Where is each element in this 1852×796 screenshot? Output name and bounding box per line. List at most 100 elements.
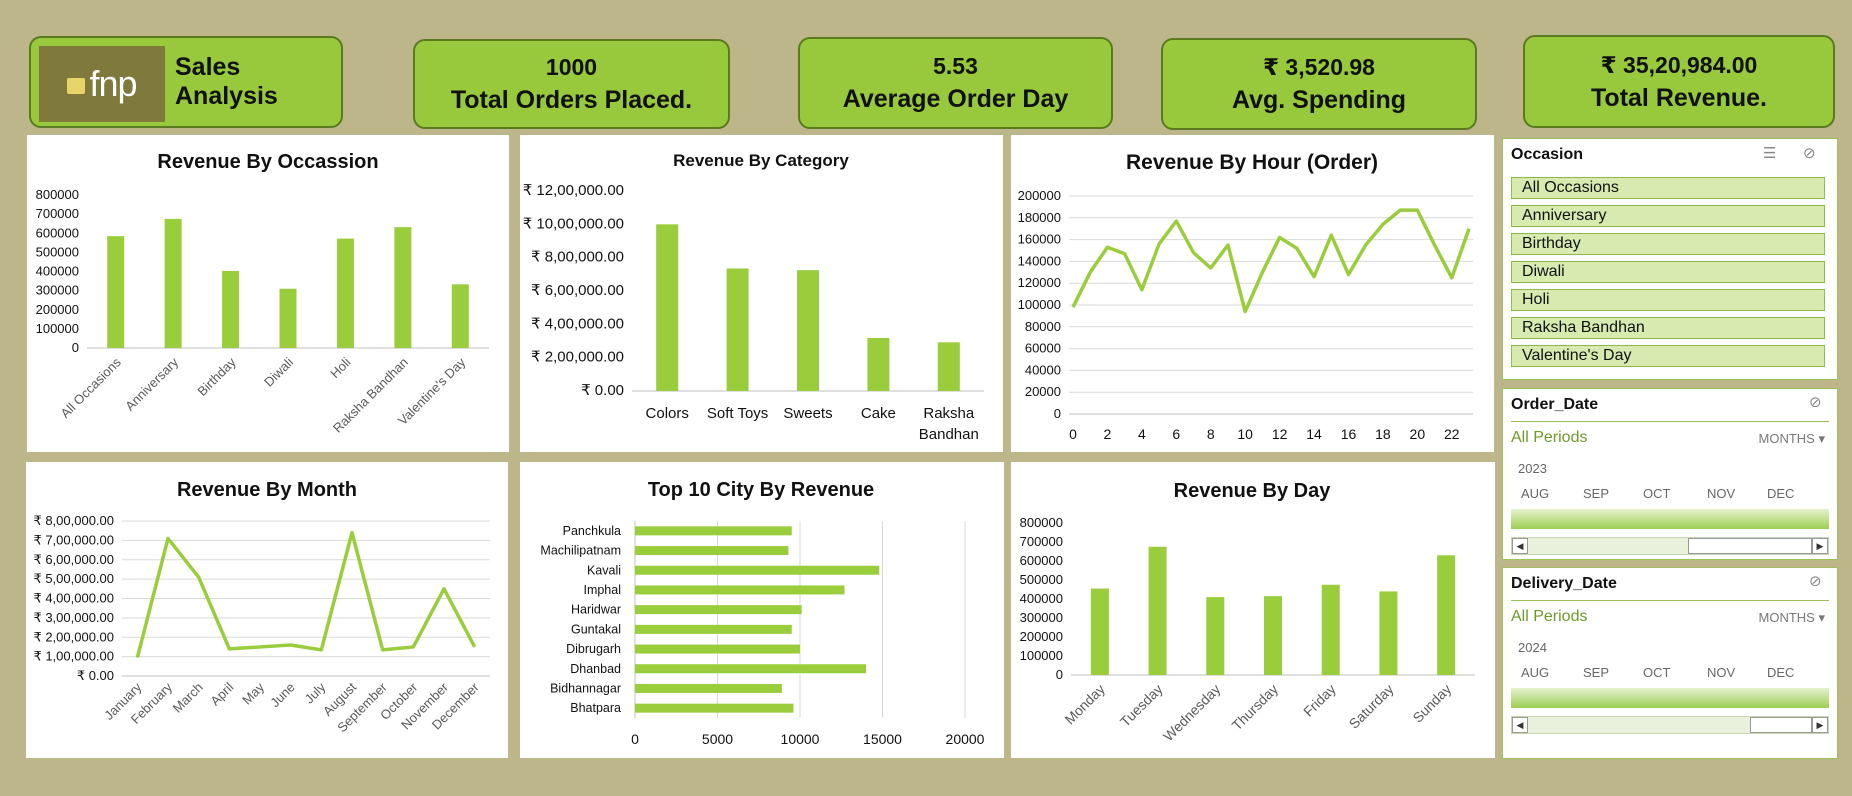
clear-filter-icon[interactable]: ⊘ (1803, 144, 1816, 162)
y-tick-label: Guntakal (571, 622, 621, 636)
x-tick-label: Bandhan (919, 426, 979, 443)
scroll-left-icon[interactable]: ◀ (1512, 538, 1528, 554)
timeline-month[interactable]: NOV (1707, 665, 1735, 680)
x-tick-label: May (239, 679, 267, 707)
y-tick-label: ₹ 1,00,000.00 (33, 649, 114, 664)
y-tick-label: ₹ 5,00,000.00 (33, 571, 114, 586)
y-tick-label: 200000 (1018, 188, 1061, 203)
x-tick-label: 22 (1444, 426, 1460, 442)
bar (164, 218, 182, 348)
y-tick-label: 120000 (1018, 275, 1061, 290)
chart-svg: Revenue By Occassion 0 100000 200000 300000 4… (36, 151, 489, 436)
gift-icon (67, 78, 86, 94)
y-tick-label: 700000 (36, 206, 79, 221)
y-tick-label: ₹ 8,00,000.00 (531, 249, 624, 266)
y-tick-label: ₹ 4,00,000.00 (531, 315, 624, 332)
bar (1206, 597, 1225, 675)
timeline-selection-bar[interactable] (1511, 509, 1829, 529)
y-tick-label: Bhatpara (570, 701, 621, 715)
slicer-item[interactable]: Anniversary (1511, 205, 1825, 227)
x-tick-label: Holi (327, 354, 354, 381)
clear-filter-icon[interactable]: ⊘ (1809, 393, 1822, 411)
slicer-item[interactable]: Birthday (1511, 233, 1825, 255)
y-tick-label: ₹ 6,00,000.00 (33, 552, 114, 567)
bar (656, 224, 679, 391)
timeline-month[interactable]: SEP (1583, 665, 1609, 680)
occasion-slicer: Occasion ☰ ⊘ All Occasions Anniversary B… (1502, 138, 1838, 380)
bar (1321, 584, 1340, 675)
y-tick-label: 100000 (1018, 297, 1061, 312)
timeline-scrollbar[interactable]: ◀ ▶ (1511, 716, 1829, 734)
bar (279, 288, 297, 348)
x-tick-label: Monday (1061, 681, 1108, 728)
y-tick-label: 20000 (1025, 384, 1061, 399)
x-tick-label: 20 (1410, 426, 1426, 442)
y-tick-label: 80000 (1025, 319, 1061, 334)
chart-svg: Revenue By Hour (Order) 0 20000 40000 60000 8… (1018, 151, 1473, 442)
timeline-month[interactable]: AUG (1521, 486, 1549, 501)
x-tick-label: Anniversary (122, 354, 181, 413)
timeline-month[interactable]: DEC (1767, 486, 1794, 501)
y-tick-label: ₹ 10,00,000.00 (523, 215, 624, 232)
x-tick-label: All Occasions (58, 354, 125, 421)
kpi-value: 1000 (545, 54, 598, 80)
x-tick-label: Thursday (1229, 681, 1282, 734)
kpi-value: ₹ 3,520.98 (1263, 54, 1375, 80)
y-tick-label: 800000 (1020, 515, 1063, 530)
y-tick-label: 500000 (36, 244, 79, 259)
timeline-selection-bar[interactable] (1511, 688, 1829, 708)
bar (635, 565, 880, 575)
bar (1264, 596, 1282, 675)
scroll-left-icon[interactable]: ◀ (1512, 717, 1528, 733)
kpi-avg-spending: ₹ 3,520.98 Avg. Spending (1161, 38, 1477, 130)
timeline-period: All Periods (1511, 429, 1588, 446)
multi-select-icon[interactable]: ☰ (1763, 144, 1776, 162)
timeline-level-dropdown[interactable]: MONTHS ▾ (1759, 431, 1826, 447)
slicer-item[interactable]: Valentine's Day (1511, 345, 1825, 367)
chart-top-10-city: Top 10 City By Revenue 0 5000 10000 15000 200… (520, 462, 1004, 758)
x-tick-label: 4 (1138, 426, 1146, 442)
dashboard-title: Sales Analysis (175, 53, 278, 110)
slicer-item[interactable]: Diwali (1511, 261, 1825, 283)
bar (726, 268, 749, 391)
timeline-month[interactable]: OCT (1643, 665, 1670, 680)
timeline-month[interactable]: AUG (1521, 665, 1549, 680)
divider (1511, 421, 1829, 422)
timeline-month[interactable]: OCT (1643, 486, 1670, 501)
timeline-level-dropdown[interactable]: MONTHS ▾ (1759, 610, 1826, 626)
clear-filter-icon[interactable]: ⊘ (1809, 572, 1822, 590)
x-tick-label: 5000 (702, 731, 733, 747)
slicer-item[interactable]: All Occasions (1511, 177, 1825, 199)
x-tick-label: 14 (1306, 426, 1322, 442)
timeline-month[interactable]: SEP (1583, 486, 1609, 501)
chart-title: Revenue By Hour (Order) (1126, 151, 1378, 174)
timeline-scrollbar[interactable]: ◀ ▶ (1511, 537, 1829, 555)
slicer-item[interactable]: Holi (1511, 289, 1825, 311)
y-tick-label: 300000 (36, 283, 79, 298)
delivery-date-timeline: Delivery_Date ⊘ All Periods MONTHS ▾ 202… (1502, 567, 1838, 759)
timeline-month[interactable]: NOV (1707, 486, 1735, 501)
y-tick-label: 0 (1056, 667, 1063, 682)
bar (451, 284, 469, 348)
y-tick-label: 200000 (36, 302, 79, 317)
logo-text: fnp (89, 63, 137, 104)
slicer-item[interactable]: Raksha Bandhan (1511, 317, 1825, 339)
scroll-thumb[interactable] (1750, 717, 1812, 733)
chevron-down-icon: ▾ (1818, 610, 1825, 625)
x-tick-label: 6 (1172, 426, 1180, 442)
scroll-right-icon[interactable]: ▶ (1812, 717, 1828, 733)
y-tick-label: 700000 (1020, 534, 1063, 549)
kpi-average-order-day: 5.53 Average Order Day (798, 37, 1113, 129)
y-tick-label: 100000 (1020, 648, 1063, 663)
timeline-month[interactable]: DEC (1767, 665, 1794, 680)
x-tick-label: Colors (646, 405, 689, 422)
scroll-right-icon[interactable]: ▶ (1812, 538, 1828, 554)
y-tick-label: ₹ 0.00 (77, 668, 114, 683)
scroll-thumb[interactable] (1688, 538, 1812, 554)
y-tick-label: ₹ 2,00,000.00 (33, 629, 114, 644)
bar (394, 227, 412, 348)
x-tick-label: Saturday (1346, 681, 1397, 732)
kpi-value: 5.53 (933, 53, 978, 79)
slicer-title: Occasion (1511, 146, 1584, 163)
y-tick-label: Dibrugarh (566, 642, 621, 656)
